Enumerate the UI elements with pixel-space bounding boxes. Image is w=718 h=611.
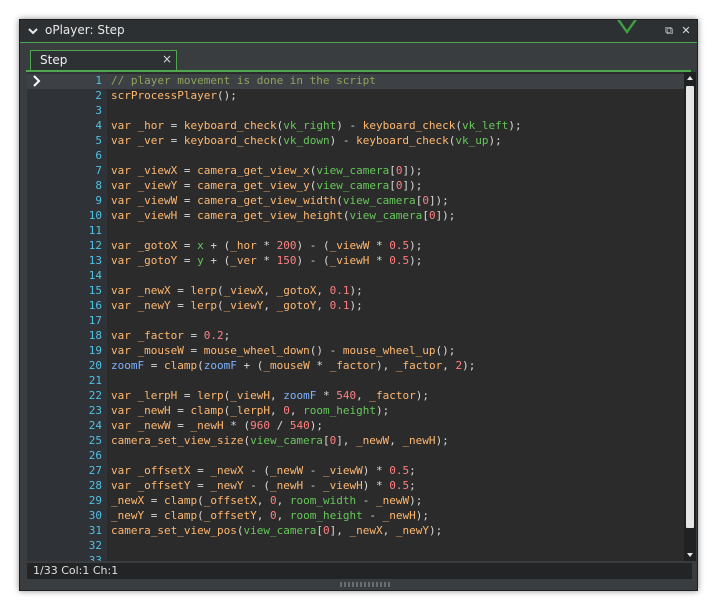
line-number: 8 bbox=[95, 179, 102, 192]
line-number: 10 bbox=[88, 209, 102, 222]
scroll-down-arrow-icon[interactable] bbox=[684, 549, 696, 561]
line-number: 31 bbox=[88, 524, 102, 537]
cursor-position-status: 1/33 Col:1 Ch:1 bbox=[33, 564, 119, 577]
code-editor-window: oPlayer: Step ⧉ ✕ Step × 1 // player move… bbox=[19, 19, 698, 591]
line-number: 1 bbox=[95, 74, 102, 87]
code-editor[interactable]: 1 // player movement is done in the scrip… bbox=[27, 72, 684, 561]
status-bar: 1/33 Col:1 Ch:1 bbox=[27, 563, 692, 579]
restore-icon: ⧉ bbox=[665, 24, 673, 37]
line-number: 22 bbox=[88, 389, 102, 402]
vertical-scrollbar[interactable] bbox=[684, 72, 696, 561]
line-number: 30 bbox=[88, 509, 102, 522]
line-number: 11 bbox=[88, 224, 102, 237]
line-number: 29 bbox=[88, 494, 102, 507]
code-line: _newY = clamp(_offsetY, 0, room_height -… bbox=[111, 509, 429, 522]
line-number: 5 bbox=[95, 134, 102, 147]
editor-tab-bar: Step × bbox=[26, 48, 691, 72]
window-title: oPlayer: Step bbox=[45, 23, 125, 37]
line-number: 9 bbox=[95, 194, 102, 207]
code-line: var _viewY = camera_get_view_y(view_came… bbox=[111, 179, 423, 192]
line-number: 26 bbox=[88, 449, 102, 462]
code-line: var _viewH = camera_get_view_height(view… bbox=[111, 209, 456, 222]
code-line: var _lerpH = lerp(_viewH, zoomF * 540, _… bbox=[111, 389, 429, 402]
code-line: var _ver = keyboard_check(vk_down) - key… bbox=[111, 134, 502, 147]
line-number: 7 bbox=[95, 164, 102, 177]
code-line: var _viewX = camera_get_view_x(view_came… bbox=[111, 164, 423, 177]
line-number: 27 bbox=[88, 464, 102, 477]
code-line: camera_set_view_pos(view_camera[0], _new… bbox=[111, 524, 443, 537]
line-number: 21 bbox=[88, 374, 102, 387]
restore-window-button[interactable]: ⧉ bbox=[660, 22, 678, 40]
scrollbar-thumb[interactable] bbox=[686, 86, 694, 528]
code-line: var _newX = lerp(_viewX, _gotoX, 0.1); bbox=[111, 284, 363, 297]
line-number: 15 bbox=[88, 284, 102, 297]
line-number: 4 bbox=[95, 119, 102, 132]
code-line: var _offsetX = _newX - (_newW - _viewW) … bbox=[111, 464, 416, 477]
code-line: _newX = clamp(_offsetX, 0, room_width - … bbox=[111, 494, 423, 507]
line-number: 13 bbox=[88, 254, 102, 267]
chevron-down-icon[interactable] bbox=[27, 25, 39, 37]
close-window-button[interactable]: ✕ bbox=[677, 22, 695, 40]
resize-grip[interactable] bbox=[340, 582, 392, 587]
line-number: 3 bbox=[95, 104, 102, 117]
code-line: var _newW = _newH * (960 / 540); bbox=[111, 419, 323, 432]
code-line: var _newY = lerp(_viewY, _gotoY, 0.1); bbox=[111, 299, 363, 312]
code-line: // player movement is done in the script bbox=[111, 74, 376, 87]
code-line: var _hor = keyboard_check(vk_right) - ke… bbox=[111, 119, 522, 132]
code-line: zoomF = clamp(zoomF + (_mouseW * _factor… bbox=[111, 359, 476, 372]
code-line: var _offsetY = _newY - (_newH - _viewH) … bbox=[111, 479, 416, 492]
line-number: 14 bbox=[88, 269, 102, 282]
line-number: 19 bbox=[88, 344, 102, 357]
tab-step[interactable]: Step × bbox=[30, 50, 177, 70]
code-line: scrProcessPlayer(); bbox=[111, 89, 237, 102]
scroll-up-arrow-icon[interactable] bbox=[684, 72, 696, 84]
tab-close-icon[interactable]: × bbox=[162, 52, 172, 66]
current-line-caret-icon bbox=[33, 75, 41, 87]
close-icon: ✕ bbox=[681, 24, 691, 37]
tab-label: Step bbox=[40, 53, 68, 67]
code-line: var _gotoY = y + (_ver * 150) - (_viewH … bbox=[111, 254, 423, 267]
line-number: 20 bbox=[88, 359, 102, 372]
line-number: 33 bbox=[88, 554, 102, 561]
line-number: 16 bbox=[88, 299, 102, 312]
code-line: var _factor = 0.2; bbox=[111, 329, 231, 342]
line-number: 23 bbox=[88, 404, 102, 417]
line-number: 24 bbox=[88, 419, 102, 432]
line-number: 12 bbox=[88, 239, 102, 252]
line-number: 25 bbox=[88, 434, 102, 447]
line-number: 6 bbox=[95, 149, 102, 162]
line-number: 28 bbox=[88, 479, 102, 492]
line-number: 32 bbox=[88, 539, 102, 552]
line-number: 2 bbox=[95, 89, 102, 102]
code-line: var _gotoX = x + (_hor * 200) - (_viewW … bbox=[111, 239, 423, 252]
code-line: var _newH = clamp(_lerpH, 0, room_height… bbox=[111, 404, 390, 417]
titlebar-accent-decoration bbox=[617, 20, 637, 34]
line-number: 18 bbox=[88, 329, 102, 342]
code-line: var _viewW = camera_get_view_width(view_… bbox=[111, 194, 449, 207]
code-line: var _mouseW = mouse_wheel_down() - mouse… bbox=[111, 344, 456, 357]
line-number: 17 bbox=[88, 314, 102, 327]
code-line: camera_set_view_size(view_camera[0], _ne… bbox=[111, 434, 449, 447]
window-titlebar[interactable]: oPlayer: Step ⧉ ✕ bbox=[20, 20, 697, 43]
